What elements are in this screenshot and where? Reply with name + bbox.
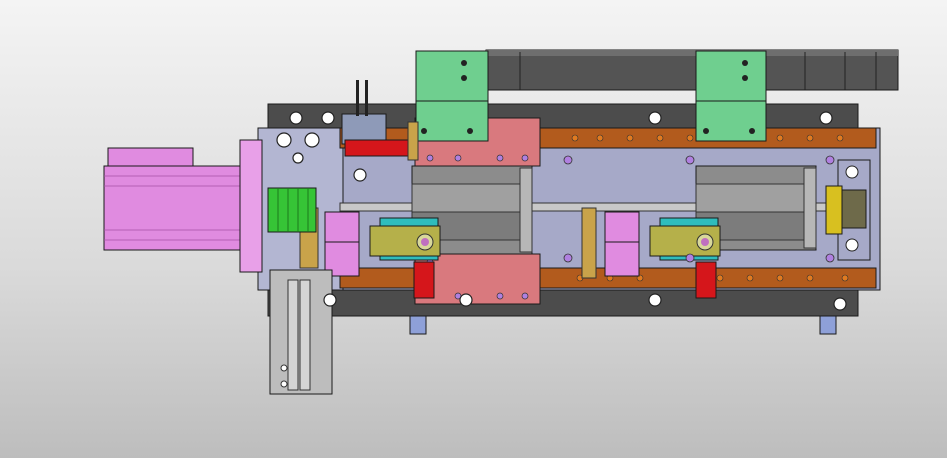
- mounting-bracket-left: [415, 50, 489, 142]
- machine-assembly: [103, 49, 899, 395]
- servo-motor: [103, 139, 263, 273]
- coupling: [267, 187, 317, 233]
- mounting-bracket-right: [695, 50, 767, 142]
- cad-viewport[interactable]: [0, 0, 947, 458]
- timing-belt: [485, 49, 899, 91]
- vertical-slide: [269, 269, 333, 395]
- mounting-feet: [409, 315, 837, 335]
